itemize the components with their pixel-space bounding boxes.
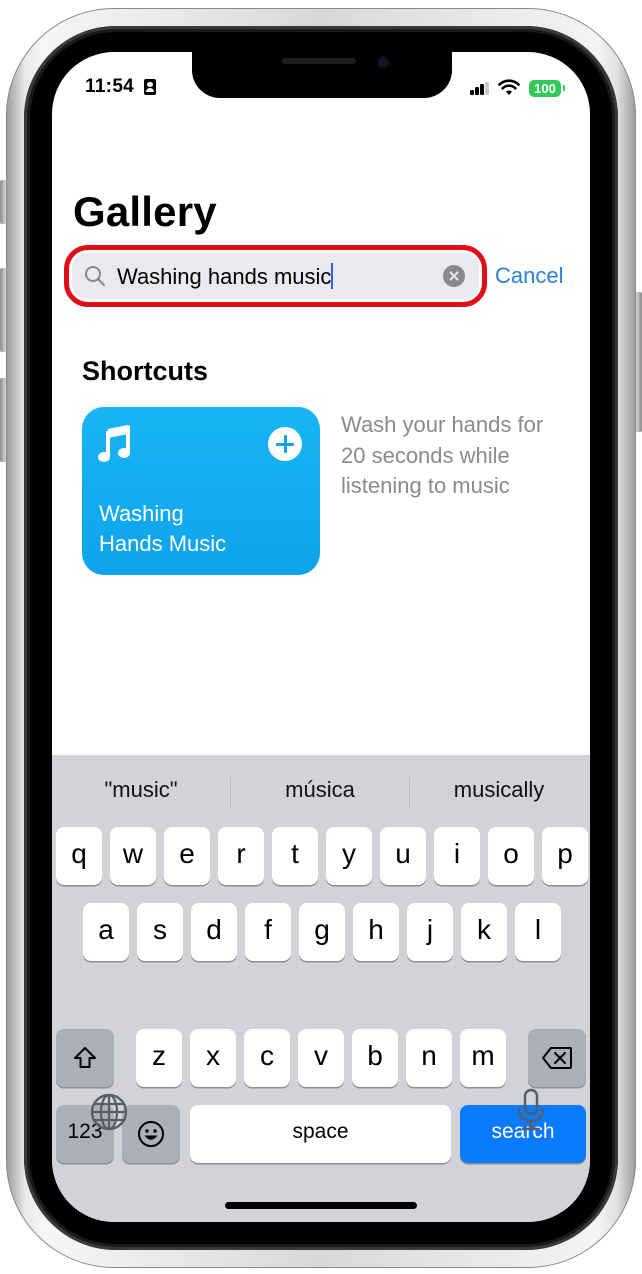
speaker	[282, 58, 356, 64]
emoji-icon	[138, 1121, 164, 1147]
text-caret	[331, 263, 334, 289]
search-input-value[interactable]: Washing hands music	[117, 263, 334, 290]
search-input[interactable]: Washing hands music	[72, 253, 479, 299]
microphone-icon[interactable]	[516, 1088, 546, 1132]
add-shortcut-icon[interactable]	[268, 427, 302, 461]
key-o[interactable]: o	[488, 827, 534, 885]
shortcut-description: Wash your hands for 20 seconds while lis…	[341, 412, 544, 498]
mute-switch	[0, 180, 6, 224]
section-title: Shortcuts	[82, 356, 209, 386]
key-d[interactable]: d	[191, 903, 237, 961]
shortcut-card[interactable]: Washing Hands Music	[82, 407, 320, 575]
side-button	[636, 292, 642, 432]
key-g[interactable]: g	[299, 903, 345, 961]
cellular-signal-icon	[470, 82, 490, 95]
key-s[interactable]: s	[137, 903, 183, 961]
cancel-button[interactable]: Cancel	[495, 263, 563, 289]
key-j[interactable]: j	[407, 903, 453, 961]
search-query-text: Washing hands music	[117, 264, 332, 289]
battery-icon: 100	[529, 80, 565, 97]
key-r[interactable]: r	[218, 827, 264, 885]
music-note-icon	[98, 425, 130, 462]
shortcut-title-line2: Hands Music	[99, 531, 227, 556]
suggestion-item[interactable]: musically	[410, 777, 588, 803]
key-q[interactable]: q	[56, 827, 102, 885]
key-x[interactable]: x	[190, 1029, 236, 1087]
clear-search-icon[interactable]	[443, 265, 465, 287]
search-icon	[85, 266, 106, 287]
shortcut-title-line1: Washing	[99, 501, 184, 526]
shortcut-title: Washing Hands Music	[99, 499, 309, 559]
volume-up-button	[0, 268, 6, 352]
key-u[interactable]: u	[380, 827, 426, 885]
emoji-key[interactable]	[122, 1105, 180, 1163]
home-indicator[interactable]	[225, 1202, 417, 1209]
shift-key[interactable]	[56, 1029, 114, 1087]
key-p[interactable]: p	[542, 827, 588, 885]
key-v[interactable]: v	[298, 1029, 344, 1087]
delete-key[interactable]	[528, 1029, 586, 1087]
key-n[interactable]: n	[406, 1029, 452, 1087]
key-f[interactable]: f	[245, 903, 291, 961]
key-e[interactable]: e	[164, 827, 210, 885]
notch	[192, 52, 452, 98]
shift-icon	[74, 1047, 96, 1068]
suggestion-item[interactable]: música	[231, 777, 409, 803]
key-h[interactable]: h	[353, 903, 399, 961]
page-title: Gallery	[73, 188, 217, 235]
key-i[interactable]: i	[434, 827, 480, 885]
backspace-icon	[542, 1047, 572, 1069]
front-camera	[377, 56, 389, 68]
key-w[interactable]: w	[110, 827, 156, 885]
volume-down-button	[0, 378, 6, 462]
key-c[interactable]: c	[244, 1029, 290, 1087]
status-time: 11:54	[85, 76, 135, 97]
screen: 11:54 100 Gallery Washing hands music Ca…	[52, 52, 590, 1222]
key-z[interactable]: z	[136, 1029, 182, 1087]
key-b[interactable]: b	[352, 1029, 398, 1087]
suggestion-item[interactable]: "music"	[52, 777, 230, 803]
key-m[interactable]: m	[460, 1029, 506, 1087]
globe-icon[interactable]	[89, 1092, 129, 1132]
key-t[interactable]: t	[272, 827, 318, 885]
wifi-icon	[498, 79, 520, 95]
key-k[interactable]: k	[461, 903, 507, 961]
key-a[interactable]: a	[83, 903, 129, 961]
keyboard: "music" música musically qwertyuiop asdf…	[52, 755, 590, 1222]
space-key[interactable]: space	[190, 1105, 451, 1163]
autocomplete-bar: "music" música musically	[52, 755, 590, 827]
key-y[interactable]: y	[326, 827, 372, 885]
contact-card-icon	[144, 79, 156, 95]
key-l[interactable]: l	[515, 903, 561, 961]
